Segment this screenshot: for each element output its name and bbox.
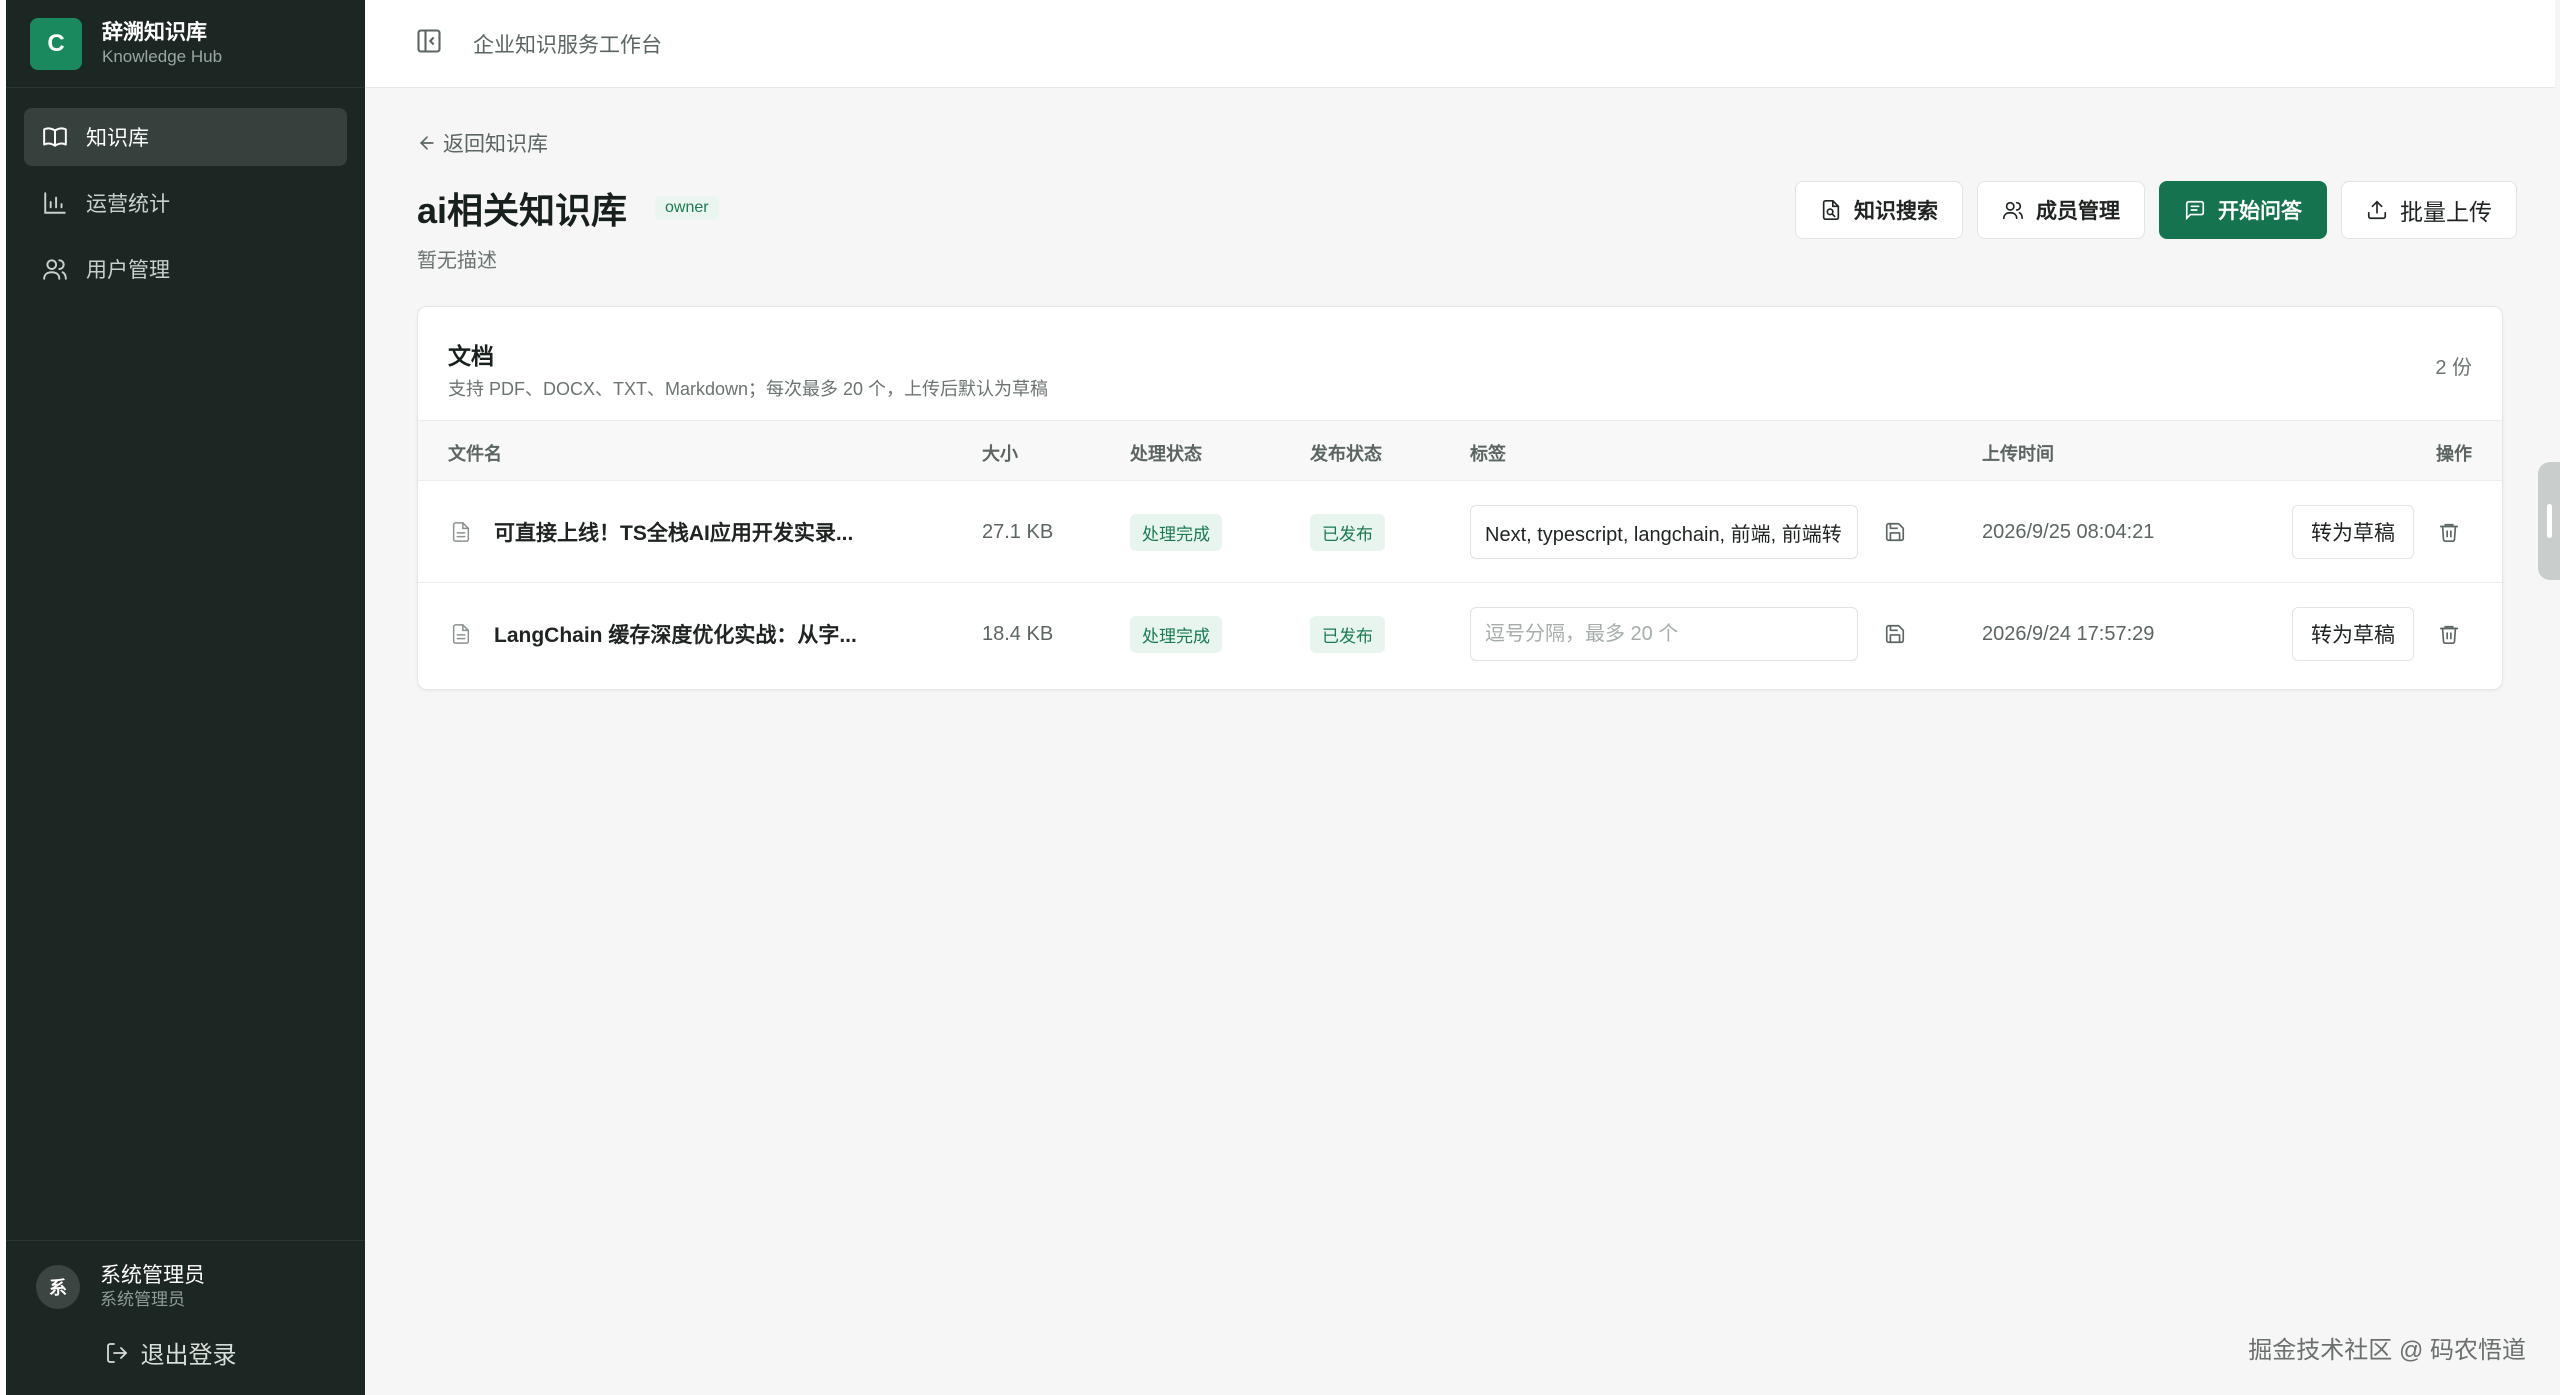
batch-upload-button[interactable]: 批量上传 [2341,181,2517,239]
file-name[interactable]: LangChain 缓存深度优化实战：从字... [494,583,857,685]
logout-icon [106,1342,127,1363]
page-description: 暂无描述 [417,250,497,272]
trash-icon [2439,625,2459,644]
bar-chart-icon [42,190,68,216]
file-size: 27.1 KB [982,520,1054,543]
column-header-publish-status: 发布状态 [1310,444,1382,464]
users-icon [2003,201,2023,220]
sidebar-item-operations-stats[interactable]: 运营统计 [24,174,347,232]
start-qa-label: 开始问答 [2218,200,2302,223]
publish-status-badge: 已发布 [1310,513,1385,551]
documents-title: 文档 [448,343,494,369]
process-status-badge: 处理完成 [1130,513,1222,551]
sidebar-nav: 知识库 运营统计 用户管理 [6,88,365,326]
file-text-icon [450,583,472,685]
documents-subtitle: 支持 PDF、DOCX、TXT、Markdown；每次最多 20 个，上传后默认… [448,379,1049,399]
main-content: 返回知识库 ai相关知识库 owner 暂无描述 知识搜索 成员管理 开始问答 … [365,88,2555,1395]
delete-button[interactable] [2438,583,2460,685]
trash-icon [2439,523,2459,542]
user-name: 系统管理员 [100,1264,205,1287]
column-header-process-status: 处理状态 [1130,444,1202,464]
table-header: 文件名 大小 处理状态 发布状态 标签 上传时间 操作 [418,421,2502,481]
upload-time: 2026/9/25 08:04:21 [1982,520,2155,543]
brand-name: 辞溯知识库 [102,20,207,44]
upload-icon [2367,200,2387,220]
top-bar: 企业知识服务工作台 [365,0,2555,88]
save-tags-button[interactable] [1884,583,1906,685]
panel-left-icon [417,29,441,53]
message-square-icon [2185,200,2205,221]
user-role: 系统管理员 [100,1290,185,1309]
back-link-label: 返回知识库 [443,133,548,156]
save-icon [1885,624,1905,644]
batch-upload-label: 批量上传 [2400,199,2492,225]
member-management-label: 成员管理 [2036,200,2120,223]
save-icon [1885,522,1905,542]
file-text-icon [450,481,472,583]
documents-card: 文档 支持 PDF、DOCX、TXT、Markdown；每次最多 20 个，上传… [417,306,2503,690]
tags-input[interactable] [1470,505,1858,559]
delete-button[interactable] [2438,481,2460,583]
knowledge-search-button[interactable]: 知识搜索 [1795,181,1963,239]
convert-to-draft-button[interactable]: 转为草稿 [2292,505,2414,559]
table-row: 可直接上线！TS全栈AI应用开发实录... 27.1 KB 处理完成 已发布 2… [418,481,2502,583]
sidebar-item-label: 知识库 [86,127,149,150]
book-icon [42,124,68,150]
side-drawer-handle[interactable] [2538,462,2560,580]
file-size: 18.4 KB [982,622,1054,645]
start-qa-button[interactable]: 开始问答 [2159,181,2327,239]
watermark: 掘金技术社区 @ 码农悟道 [2248,1337,2526,1364]
publish-status-badge: 已发布 [1310,615,1385,653]
sidebar-item-user-management[interactable]: 用户管理 [24,240,347,298]
documents-count: 2 份 [2435,357,2472,379]
action-bar: 知识搜索 成员管理 开始问答 批量上传 [1795,181,2517,239]
member-management-button[interactable]: 成员管理 [1977,181,2145,239]
knowledge-search-label: 知识搜索 [1854,200,1938,223]
logout-button[interactable]: 退出登录 [36,1335,335,1370]
column-header-upload-time: 上传时间 [1982,444,2054,464]
sidebar-item-label: 运营统计 [86,193,170,216]
table-row: LangChain 缓存深度优化实战：从字... 18.4 KB 处理完成 已发… [418,583,2502,685]
tags-input[interactable] [1470,607,1858,661]
column-header-size: 大小 [982,444,1018,464]
file-search-icon [1822,200,1840,220]
brand-logo: C [30,17,82,70]
save-tags-button[interactable] [1884,481,1906,583]
column-header-tags: 标签 [1470,444,1506,464]
users-icon [42,256,68,282]
page-title: ai相关知识库 [417,190,628,231]
avatar[interactable]: 系 [36,1265,80,1309]
brand-subtitle: Knowledge Hub [102,46,223,66]
process-status-badge: 处理完成 [1130,615,1222,653]
convert-to-draft-button[interactable]: 转为草稿 [2292,607,2414,661]
sidebar-item-label: 用户管理 [86,259,170,282]
column-header-name: 文件名 [448,444,502,464]
user-panel: 系 系统管理员 系统管理员 退出登录 [6,1240,365,1395]
upload-time: 2026/9/24 17:57:29 [1982,622,2155,645]
back-to-knowledge-base-link[interactable]: 返回知识库 [417,128,548,158]
column-header-actions: 操作 [2436,444,2472,464]
sidebar: C 辞溯知识库 Knowledge Hub 知识库 运营统计 用户管理 系 系统… [6,0,365,1395]
brand[interactable]: C 辞溯知识库 Knowledge Hub [6,0,365,88]
arrow-left-icon [419,136,434,150]
sidebar-toggle-button[interactable] [415,27,443,60]
role-badge: owner [655,196,719,220]
sidebar-item-knowledge-base[interactable]: 知识库 [24,108,347,166]
workspace-title: 企业知识服务工作台 [473,33,662,57]
logout-label: 退出登录 [140,1342,237,1369]
file-name[interactable]: 可直接上线！TS全栈AI应用开发实录... [494,481,853,583]
